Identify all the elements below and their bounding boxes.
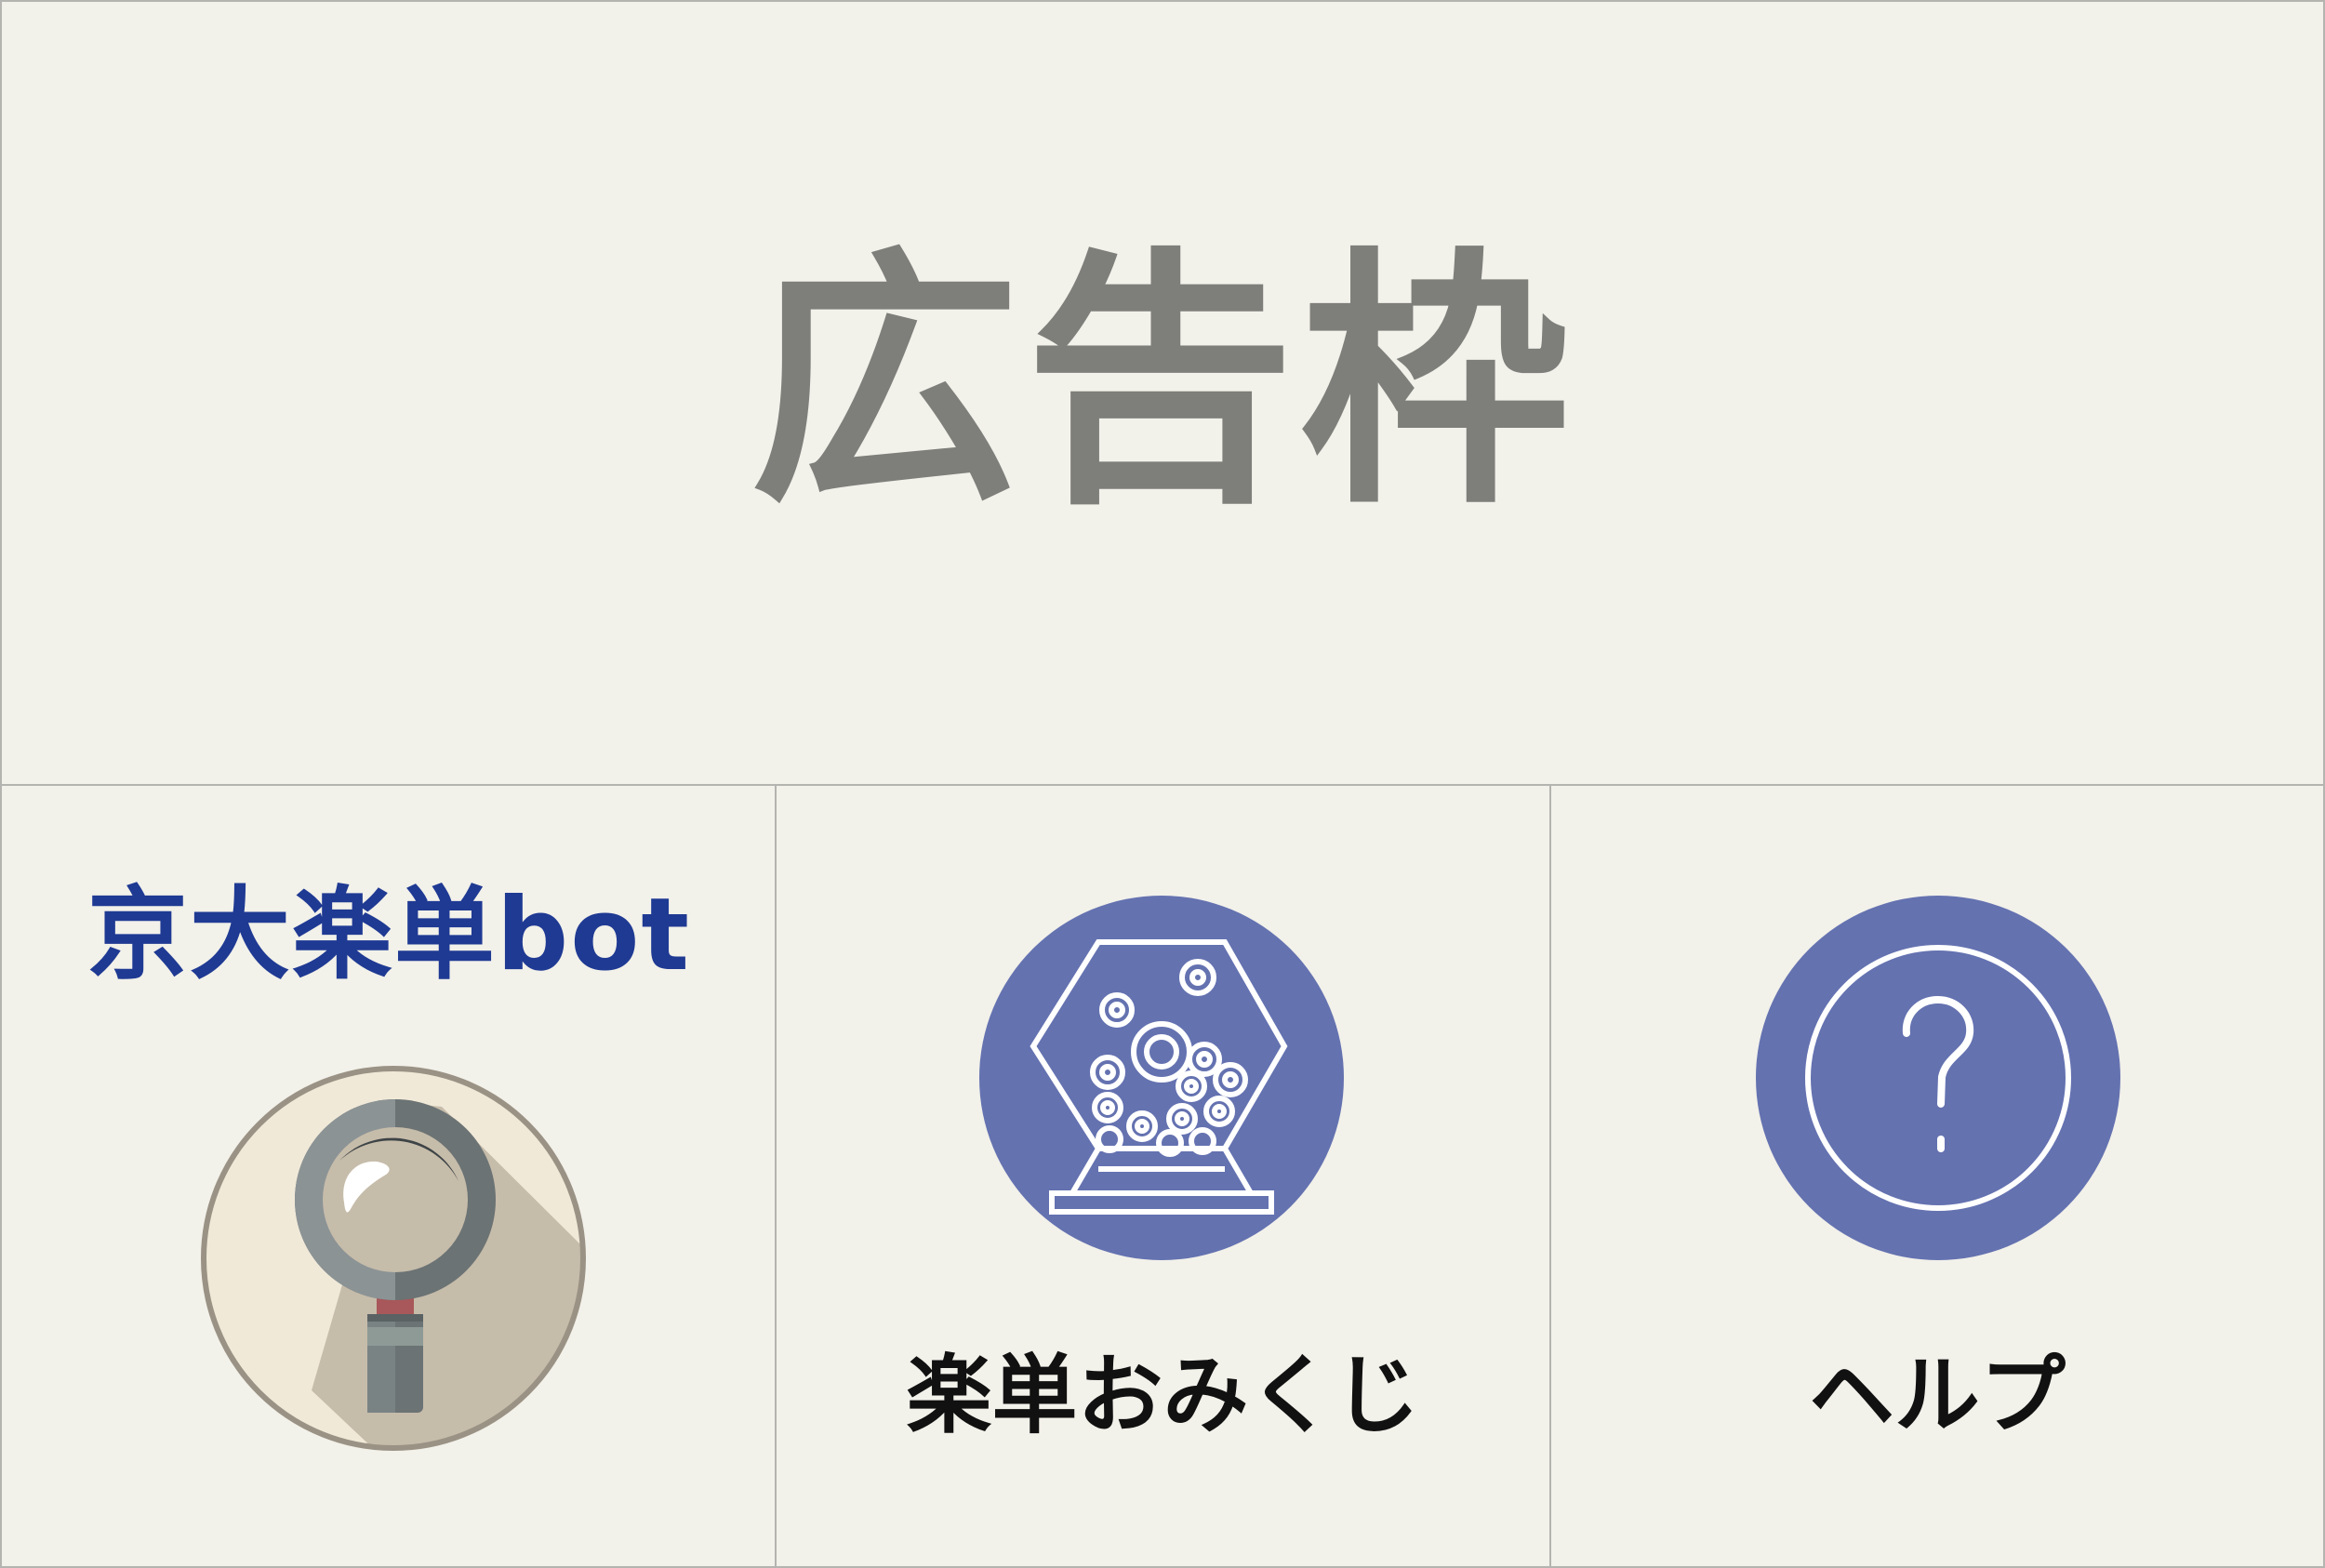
search-icon: [201, 1066, 586, 1451]
help-icon: [1756, 896, 2120, 1260]
lottery-icon: [979, 896, 1344, 1260]
menu-item-bot[interactable]: 京大楽単bot: [2, 786, 777, 1568]
omikuji-label: 楽単おみくじ: [906, 1346, 1420, 1445]
menu-item-omikuji[interactable]: 楽単おみくじ: [777, 786, 1551, 1568]
bot-title: 京大楽単bot: [86, 877, 692, 993]
menu-item-help[interactable]: ヘルプ: [1551, 786, 2323, 1568]
rich-menu: 広告枠 京大楽単bot 楽単おみくじ ヘルプ: [0, 0, 2325, 1568]
ad-slot[interactable]: 広告枠: [2, 2, 2323, 786]
help-label: ヘルプ: [1808, 1346, 2066, 1445]
ad-slot-label: 広告枠: [750, 226, 1575, 540]
